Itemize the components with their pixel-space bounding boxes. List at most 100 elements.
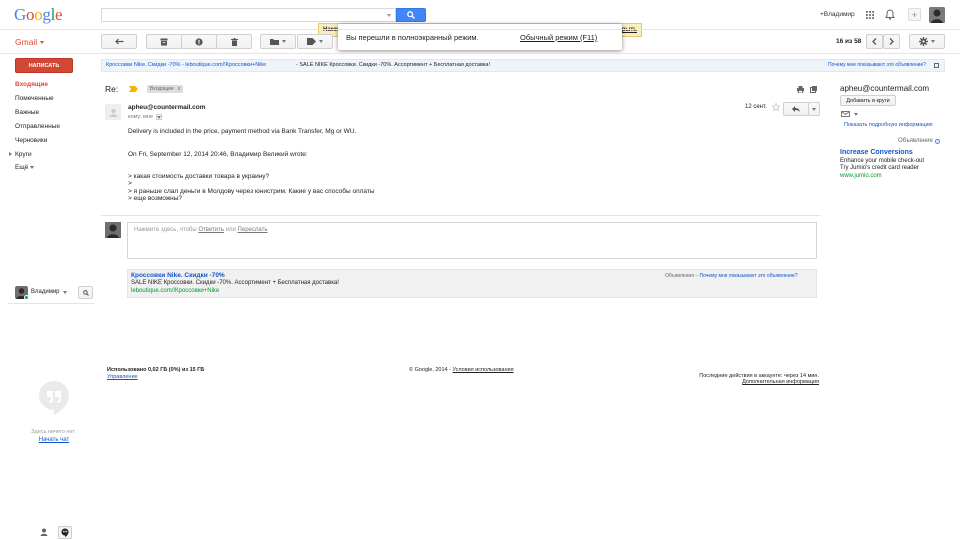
chevron-left-icon bbox=[872, 38, 877, 45]
fullscreen-notice-popup: Вы перешли в полноэкранный режим. Обычны… bbox=[338, 24, 622, 50]
older-button[interactable] bbox=[883, 34, 900, 49]
right-ad-header: Объявление i bbox=[898, 138, 940, 144]
storage-usage: Использовано 0,02 ГБ (0%) из 15 ГБ bbox=[107, 367, 205, 373]
inbox-label-text: Входящие bbox=[150, 86, 174, 92]
hangouts-icon[interactable] bbox=[58, 526, 72, 539]
recipient-line[interactable]: кому: мне bbox=[128, 114, 163, 120]
sidebar-item-drafts[interactable]: Черновики bbox=[15, 137, 47, 144]
chat-search-button[interactable] bbox=[78, 286, 93, 299]
reply-or-text: или bbox=[225, 227, 236, 233]
search-button[interactable] bbox=[396, 8, 426, 22]
details-link[interactable]: Дополнительная информация bbox=[742, 379, 819, 385]
spam-icon bbox=[195, 37, 203, 46]
recipient-details-caret-icon[interactable] bbox=[156, 114, 163, 120]
my-avatar bbox=[105, 222, 121, 238]
forward-link[interactable]: Переслать bbox=[238, 227, 268, 233]
sender-avatar[interactable] bbox=[105, 104, 121, 120]
bottom-ad-text: SALE NIKE Кроссовки. Скидки -70%. Ассорт… bbox=[131, 280, 339, 286]
circles-expand-icon[interactable] bbox=[9, 152, 12, 156]
sender-email[interactable]: apheu@countermail.com bbox=[128, 104, 206, 111]
right-ad-title[interactable]: Increase Conversions bbox=[840, 149, 913, 156]
start-chat-link[interactable]: Начать чат bbox=[0, 437, 108, 443]
bottom-ad-label: Объявления – Почему мне показывают это о… bbox=[665, 273, 798, 279]
sidebar-divider bbox=[8, 303, 94, 304]
manage-storage-link[interactable]: Управление bbox=[107, 374, 138, 380]
back-arrow-icon bbox=[114, 38, 123, 45]
terms-link[interactable]: Условия использования bbox=[453, 367, 514, 373]
exit-fullscreen-link[interactable]: Обычный режим (F11) bbox=[520, 33, 597, 42]
search-input[interactable] bbox=[101, 8, 396, 22]
chat-user-avatar[interactable] bbox=[15, 286, 28, 299]
star-icon[interactable] bbox=[771, 102, 781, 113]
message-date: 12 сент. bbox=[745, 104, 767, 110]
right-ad-url[interactable]: www.jumio.com bbox=[840, 173, 882, 179]
chat-user-caret-icon bbox=[62, 290, 67, 294]
settings-caret-icon bbox=[931, 40, 935, 43]
google-logo[interactable]: Google bbox=[14, 5, 63, 25]
contacts-icon[interactable] bbox=[40, 528, 48, 538]
important-marker-icon[interactable] bbox=[129, 86, 138, 94]
labels-caret-icon bbox=[319, 40, 323, 43]
compose-button[interactable]: НАПИСАТЬ bbox=[15, 58, 73, 73]
reply-arrow-icon bbox=[792, 106, 800, 112]
bottom-ad-why-link[interactable]: Почему мне показывают это объявление? bbox=[699, 273, 797, 279]
reply-link[interactable]: Ответить bbox=[198, 227, 224, 233]
archive-button[interactable] bbox=[146, 34, 182, 49]
search-icon bbox=[82, 289, 89, 296]
reply-more-button[interactable] bbox=[808, 102, 820, 116]
search-field[interactable] bbox=[102, 9, 382, 21]
new-window-icon[interactable] bbox=[810, 86, 817, 95]
apps-grid-icon[interactable] bbox=[866, 11, 874, 19]
reply-more-caret-icon bbox=[812, 107, 816, 111]
bottom-ad-title[interactable]: Кроссовки Nike. Скидки -70% bbox=[131, 272, 225, 279]
reply-button[interactable] bbox=[783, 102, 809, 116]
reply-box[interactable]: Нажмите здесь, чтобы Ответить или Пересл… bbox=[127, 222, 817, 259]
report-spam-button[interactable] bbox=[181, 34, 217, 49]
newer-button[interactable] bbox=[866, 34, 883, 49]
gmail-label: Gmail bbox=[15, 37, 38, 47]
chat-user-menu[interactable]: Владимир bbox=[31, 289, 67, 295]
print-icon[interactable] bbox=[797, 86, 804, 95]
bottom-ad-url[interactable]: leboutique.com/!Кроссовки+Nike bbox=[131, 288, 219, 294]
top-ad-link[interactable]: Кроссовки Nike. Скидки -70% - leboutique… bbox=[106, 62, 266, 68]
labels-button[interactable] bbox=[297, 34, 333, 49]
sidebar-item-inbox[interactable]: Входящие bbox=[15, 81, 48, 88]
pagination-text: 16 из 58 bbox=[836, 38, 862, 45]
more-caret-icon bbox=[30, 166, 35, 169]
sidebar-item-sent[interactable]: Отправленные bbox=[15, 123, 60, 130]
folder-icon bbox=[270, 39, 279, 45]
show-details-link[interactable]: Показать подробную информацию bbox=[844, 122, 933, 128]
search-options-caret-icon[interactable] bbox=[387, 14, 391, 17]
footer-center: © Google, 2014 - Условия использования bbox=[409, 367, 514, 373]
hangouts-quote-icon bbox=[38, 380, 70, 416]
reply-prompt: Нажмите здесь, чтобы Ответить или Пересл… bbox=[134, 227, 267, 233]
ad-info-icon[interactable] bbox=[934, 63, 939, 68]
share-plus-button[interactable]: + bbox=[908, 8, 921, 21]
plus-icon: + bbox=[911, 9, 918, 20]
avatar[interactable] bbox=[929, 7, 945, 23]
envelope-icon bbox=[841, 111, 850, 117]
message-quote-line: > bbox=[128, 180, 132, 187]
top-ad-bar: Кроссовки Nike. Скидки -70% - leboutique… bbox=[101, 59, 945, 72]
remove-label-icon[interactable]: x bbox=[178, 86, 181, 92]
sidebar-item-circles[interactable]: Круги bbox=[15, 151, 32, 158]
inbox-label-chip[interactable]: Входящие x bbox=[147, 85, 184, 93]
delete-button[interactable] bbox=[216, 34, 252, 49]
sidebar-item-starred[interactable]: Помеченные bbox=[15, 95, 54, 102]
fullscreen-notice-text: Вы перешли в полноэкранный режим. bbox=[346, 33, 479, 42]
move-caret-icon bbox=[282, 40, 286, 43]
recipient-text: кому: мне bbox=[128, 114, 154, 120]
back-to-inbox-button[interactable] bbox=[101, 34, 137, 49]
user-name-link[interactable]: +Владимир bbox=[820, 11, 855, 18]
gmail-menu[interactable]: Gmail bbox=[15, 37, 45, 47]
move-to-button[interactable] bbox=[260, 34, 296, 49]
gear-icon bbox=[919, 37, 928, 46]
ad-info-icon[interactable]: i bbox=[934, 138, 940, 144]
settings-button[interactable] bbox=[909, 34, 945, 49]
sidebar-item-important[interactable]: Важные bbox=[15, 109, 39, 116]
top-ad-why-link[interactable]: Почему мне показывают это объявление? bbox=[828, 62, 926, 68]
notifications-bell-icon[interactable] bbox=[885, 9, 895, 22]
contact-email-action[interactable] bbox=[841, 111, 858, 117]
add-to-circles-button[interactable]: Добавить в круги bbox=[840, 95, 896, 106]
sidebar-item-more[interactable]: Ещё bbox=[15, 164, 35, 171]
